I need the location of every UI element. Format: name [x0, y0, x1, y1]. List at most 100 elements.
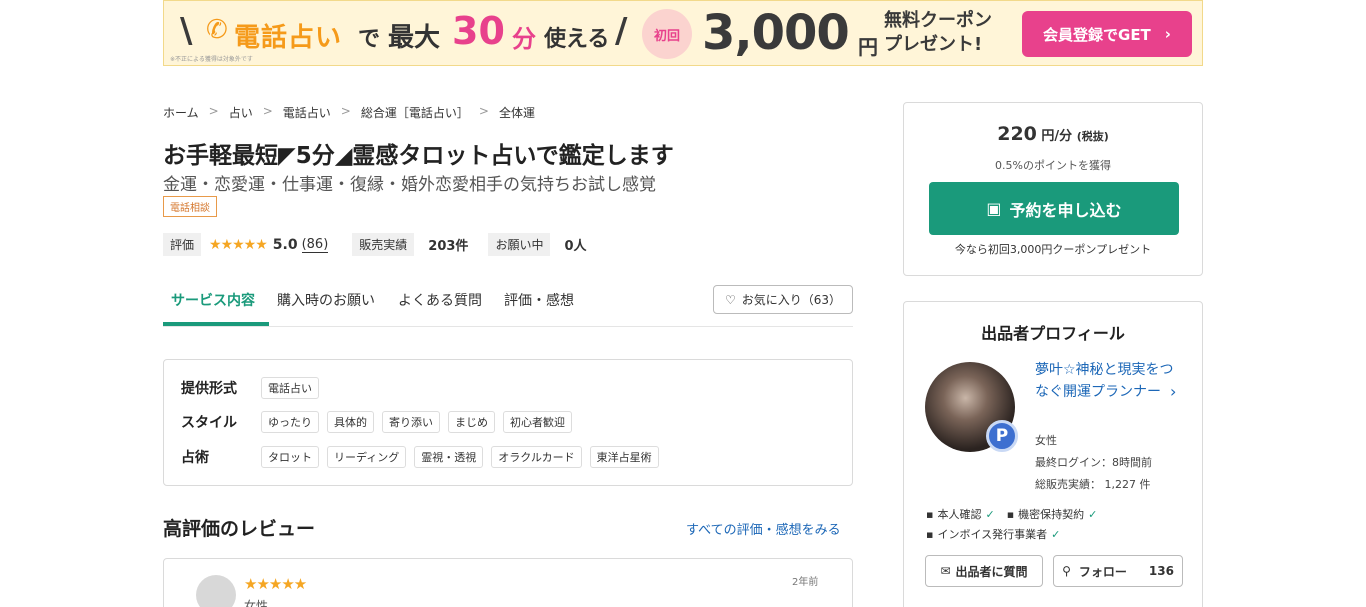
spec-pill: ゆったり: [261, 411, 319, 433]
follow-count: 136: [1148, 564, 1174, 578]
reviewer-gender: 女性: [244, 599, 269, 607]
seller-profile: 出品者プロフィール P 夢叶☆神秘と現実をつなぐ開運プランナー › 女性 最終ロ…: [903, 301, 1203, 607]
spec-row-method: 占術 タロット リーディング 霊視・透視 オラクルカード 東洋占星術: [181, 446, 667, 468]
check-icon: ✓: [1051, 527, 1061, 541]
seller-total-sales: 総販売実績： 1,227 件: [1035, 478, 1151, 491]
banner-max-text: 最大: [388, 23, 441, 53]
banner-slash-left: \: [180, 11, 193, 51]
review-date: 2年前: [792, 577, 819, 588]
spec-pill: 寄り添い: [382, 411, 440, 433]
tab-faq[interactable]: よくある質問: [398, 290, 482, 310]
coupon-note: 今なら初回3,000円クーポンプレゼント: [954, 243, 1152, 256]
ask-seller-button[interactable]: ✉ 出品者に質問: [925, 555, 1043, 587]
breadcrumb-separator: >: [262, 104, 273, 118]
review-card: ★★★★★ 女性 2年前: [163, 558, 853, 607]
banner-coupon-line1: 無料クーポン: [884, 10, 992, 31]
favorite-label: お気に入り（63）: [741, 293, 842, 307]
tab-reviews[interactable]: 評価・感想: [504, 290, 574, 310]
verify-identity: 本人確認: [937, 508, 982, 521]
reviewer-avatar-icon: [196, 575, 236, 607]
heart-icon: ♡: [724, 292, 736, 307]
follow-button[interactable]: ⚲ フォロー 136: [1053, 555, 1183, 587]
register-get-button[interactable]: 会員登録でGET ›: [1022, 11, 1192, 57]
breadcrumb-separator: >: [478, 104, 489, 118]
active-tab-indicator: [163, 322, 269, 326]
banner-coupon-text: 無料クーポン プレゼント!: [884, 9, 992, 57]
chevron-right-icon[interactable]: ›: [1170, 382, 1176, 401]
first-time-badge: 初回: [642, 9, 692, 59]
breadcrumb-item-general[interactable]: 総合運［電話占い］: [361, 104, 469, 121]
sales-label: 販売実績: [352, 233, 415, 256]
price-unit: 円/分: [1041, 129, 1073, 144]
seller-name-link[interactable]: 夢叶☆神秘と現実をつなぐ開運プランナー: [1035, 359, 1185, 403]
seller-last-login: 最終ログイン：8時間前: [1035, 456, 1152, 469]
price-tax: (税抜): [1076, 130, 1109, 143]
spec-pill: 初心者歓迎: [503, 411, 572, 433]
banner-note: ※不正による獲得は対象外です: [170, 56, 253, 63]
price-value: 220: [997, 123, 1037, 145]
rating-stars-icon: ★★★★★: [209, 236, 268, 253]
seller-gender: 女性: [1035, 434, 1057, 447]
platinum-badge-icon: P: [986, 420, 1018, 452]
page-title: お手軽最短◤5分◢霊感タロット占いで鑑定します: [163, 143, 674, 169]
rating-value: 5.0: [272, 236, 298, 253]
spec-row-format: 提供形式 電話占い: [181, 377, 327, 399]
promo-banner[interactable]: \ ✆ 電話占い で 最大 30 分 使える / 初回 3,000 円 無料クー…: [163, 0, 1203, 66]
spec-pill: タロット: [261, 446, 319, 468]
service-spec: 提供形式 電話占い スタイル ゆったり 具体的 寄り添い まじめ 初心者歓迎 占…: [163, 359, 853, 486]
verify-row: ▪ 本人確認 ✓ ▪ 機密保持契約 ✓: [926, 506, 1097, 522]
price: 220 円/分 (税抜): [904, 123, 1202, 145]
banner-amount: 3,000: [702, 5, 850, 61]
banner-phone-text: 電話占い: [234, 23, 343, 53]
spec-pill: リーディング: [327, 446, 407, 468]
document-icon: ▪: [926, 527, 934, 541]
lock-icon: ▪: [1006, 507, 1015, 521]
category-tag: 電話相談: [163, 196, 217, 217]
breadcrumb-item-home[interactable]: ホーム: [163, 104, 199, 121]
reserve-button[interactable]: ▣ 予約を申し込む: [929, 182, 1179, 235]
mail-icon: ✉: [940, 564, 951, 578]
reviews-heading: 高評価のレビュー: [163, 518, 316, 540]
breadcrumb-item-phone-fortune[interactable]: 電話占い: [283, 104, 331, 121]
spec-pill: 東洋占星術: [589, 446, 659, 468]
banner-coupon-line2: プレゼント!: [884, 34, 983, 55]
rating-count-link[interactable]: (86): [301, 237, 329, 253]
add-user-icon: ⚲: [1062, 564, 1071, 578]
banner-usable-text: 使える: [544, 27, 610, 52]
spec-pill: 電話占い: [261, 377, 319, 399]
rating-label: 評価: [163, 233, 202, 256]
spec-label-format: 提供形式: [181, 381, 237, 397]
page-subtitle: 金運・恋愛運・仕事運・復縁・婚外恋愛相手の気持ちお試し感覚: [163, 175, 656, 195]
points-note: 0.5%のポイントを獲得: [995, 159, 1111, 172]
price-box: 220 円/分 (税抜) 0.5%のポイントを獲得 ▣ 予約を申し込む 今なら初…: [903, 102, 1203, 276]
all-reviews-link[interactable]: すべての評価・感想をみる: [686, 519, 841, 538]
verify-invoice: インボイス発行事業者: [937, 528, 1048, 541]
banner-minutes: 30: [452, 9, 505, 53]
spec-pill: まじめ: [448, 411, 495, 433]
spec-pill: 霊視・透視: [414, 446, 484, 468]
spec-pill: オラクルカード: [491, 446, 582, 468]
requests-label: お願い中: [488, 233, 551, 256]
person-icon: ▪: [926, 507, 934, 521]
requests-value: 0人: [564, 239, 587, 254]
favorite-button[interactable]: ♡ お気に入り（63）: [713, 285, 853, 314]
phone-icon: ✆: [206, 15, 228, 45]
breadcrumb-item-overall[interactable]: 全体運: [499, 104, 535, 121]
breadcrumb-item-fortune[interactable]: 占い: [229, 104, 253, 121]
verify-nda: 機密保持契約: [1018, 508, 1085, 521]
profile-heading: 出品者プロフィール: [981, 324, 1125, 343]
banner-slash-right: /: [615, 11, 628, 51]
breadcrumb-separator: >: [340, 104, 351, 118]
tab-purchase-request[interactable]: 購入時のお願い: [277, 290, 375, 310]
banner-minutes-unit: 分: [512, 25, 536, 53]
chevron-right-icon: ›: [1164, 25, 1171, 43]
tab-service-content[interactable]: サービス内容: [171, 290, 255, 310]
banner-de-text: で: [358, 27, 381, 52]
sales-value: 203件: [428, 239, 469, 254]
breadcrumb-separator: >: [208, 104, 219, 118]
verify-row: ▪ インボイス発行事業者 ✓: [926, 526, 1060, 542]
spec-label-method: 占術: [181, 450, 209, 466]
service-tabs: サービス内容 購入時のお願い よくある質問 評価・感想 ♡ お気に入り（63）: [163, 284, 853, 327]
ask-seller-label: 出品者に質問: [955, 564, 1028, 579]
spec-pill: 具体的: [327, 411, 374, 433]
